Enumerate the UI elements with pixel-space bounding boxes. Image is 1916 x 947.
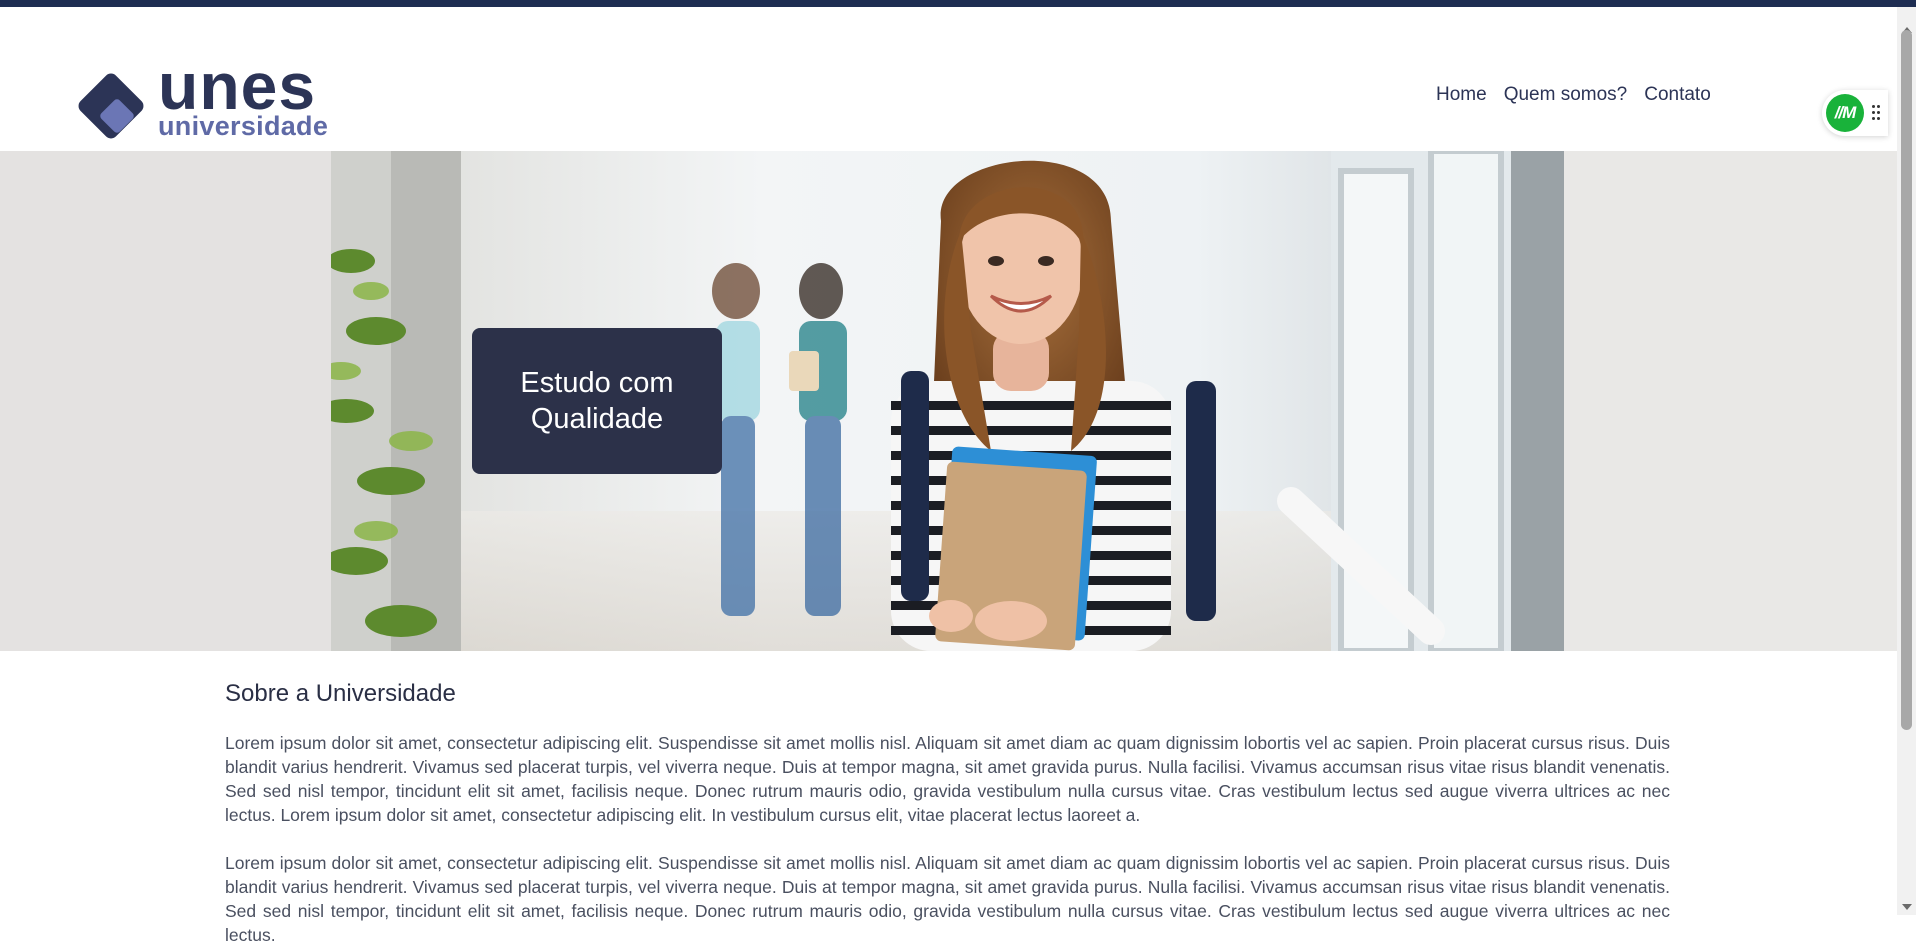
hero-headline-card: Estudo com Qualidade <box>472 328 722 474</box>
hero-headline-line1: Estudo com <box>520 367 674 399</box>
hero-headline-line2: Qualidade <box>530 403 664 435</box>
about-paragraph: Lorem ipsum dolor sit amet, consectetur … <box>225 733 1670 825</box>
nav-item-home[interactable]: Home <box>1436 83 1487 107</box>
nav-item-contato[interactable]: Contato <box>1644 83 1711 107</box>
drag-grip-icon[interactable] <box>1872 105 1881 121</box>
about-paragraph: Lorem ipsum dolor sit amet, consectetur … <box>225 853 1670 945</box>
logo-wordmark: unes <box>158 49 317 123</box>
hero-banner: Estudo com Qualidade <box>0 151 1897 651</box>
nav-item-quem-somos[interactable]: Quem somos? <box>1504 83 1628 107</box>
floating-widget[interactable]: //M <box>1822 90 1888 136</box>
scroll-down-arrow-icon[interactable] <box>1902 904 1912 910</box>
site-logo[interactable]: unes universidade <box>72 53 352 149</box>
top-accent-strip <box>0 0 1916 7</box>
logo-diamond-icon <box>78 73 144 139</box>
site-header: unes universidade Home Quem somos? Conta… <box>0 7 1897 151</box>
widget-badge[interactable]: //M <box>1826 94 1864 132</box>
scroll-thumb[interactable] <box>1901 30 1912 730</box>
about-section: Sobre a Universidade Lorem ipsum dolor s… <box>225 672 1670 947</box>
section-title: Sobre a Universidade <box>225 680 456 707</box>
page-scrollbar[interactable] <box>1897 7 1916 915</box>
hero-side-panel <box>0 151 331 651</box>
main-nav: Home Quem somos? Contato <box>1436 83 1711 107</box>
logo-tagline: universidade <box>158 111 329 141</box>
